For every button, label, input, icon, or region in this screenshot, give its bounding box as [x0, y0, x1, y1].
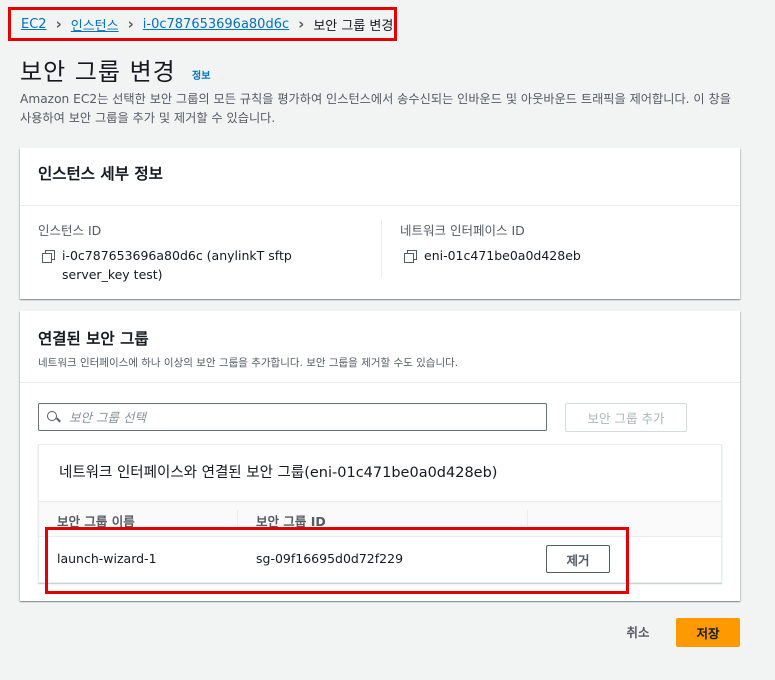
instance-details-panel: 인스턴스 세부 정보 인스턴스 ID i-0c787653696a80d6c (… — [20, 148, 740, 299]
instance-id-value: i-0c787653696a80d6c (anylinkT sftp serve… — [62, 248, 292, 282]
associated-security-groups-subtitle: 네트워크 인터페이스에 하나 이상의 보안 그룹을 추가합니다. 보안 그룹을 … — [38, 357, 459, 369]
breadcrumb-instances[interactable]: 인스턴스 — [71, 15, 119, 34]
instance-details-title: 인스턴스 세부 정보 — [20, 148, 740, 206]
table-row: launch-wizard-1 sg-09f16695d0d72f229 제거 — [39, 537, 721, 581]
chevron-right-icon: › — [298, 15, 305, 33]
chevron-right-icon: › — [127, 15, 134, 33]
column-divider — [237, 510, 238, 530]
page-description: Amazon EC2는 선택한 보안 그룹의 모든 규칙을 평가하여 인스턴스에… — [20, 92, 731, 125]
breadcrumb-ec2[interactable]: EC2 — [21, 17, 47, 32]
column-divider — [527, 510, 528, 530]
security-group-search-input[interactable] — [69, 409, 529, 425]
breadcrumb-current: 보안 그룹 변경 — [313, 18, 394, 34]
copy-icon[interactable] — [42, 250, 55, 263]
cancel-button[interactable]: 취소 — [615, 620, 661, 642]
chevron-right-icon: › — [55, 15, 62, 33]
column-header-name: 보안 그룹 이름 — [57, 514, 135, 529]
eni-id-value: eni-01c471be0a0d428eb — [424, 248, 581, 263]
search-icon — [47, 410, 60, 424]
eni-id-label: 네트워크 인터페이스 ID — [400, 223, 525, 238]
associated-security-groups-title: 연결된 보안 그룹 — [38, 330, 149, 348]
eni-id-field: 네트워크 인터페이스 ID eni-01c471be0a0d428eb — [400, 220, 720, 265]
breadcrumb: EC2 › 인스턴스 › i-0c787653696a80d6c › 보안 그룹… — [8, 7, 397, 41]
instance-id-field: 인스턴스 ID i-0c787653696a80d6c (anylinkT sf… — [38, 220, 358, 284]
security-group-id: sg-09f16695d0d72f229 — [256, 551, 404, 566]
column-header-id: 보안 그룹 ID — [256, 514, 326, 529]
page-title: 보안 그룹 변경 — [20, 58, 176, 86]
associated-security-groups-header: 연결된 보안 그룹 네트워크 인터페이스에 하나 이상의 보안 그룹을 추가합니… — [20, 311, 740, 383]
table-header: 보안 그룹 이름 보안 그룹 ID — [39, 501, 721, 537]
info-link[interactable]: 정보 — [192, 67, 210, 82]
column-divider — [381, 220, 382, 278]
add-security-group-button[interactable]: 보안 그룹 추가 — [565, 403, 687, 432]
security-groups-table-title: 네트워크 인터페이스와 연결된 보안 그룹(eni-01c471be0a0d42… — [59, 465, 498, 481]
instance-id-label: 인스턴스 ID — [38, 223, 102, 238]
breadcrumb-instance-id[interactable]: i-0c787653696a80d6c — [143, 17, 289, 32]
security-group-search[interactable] — [38, 403, 547, 431]
security-group-name: launch-wizard-1 — [57, 551, 157, 566]
associated-security-groups-panel: 연결된 보안 그룹 네트워크 인터페이스에 하나 이상의 보안 그룹을 추가합니… — [20, 311, 740, 601]
change-security-groups-page: EC2 › 인스턴스 › i-0c787653696a80d6c › 보안 그룹… — [0, 0, 775, 680]
remove-security-group-button[interactable]: 제거 — [546, 545, 610, 573]
security-groups-table: 네트워크 인터페이스와 연결된 보안 그룹(eni-01c471be0a0d42… — [38, 444, 722, 583]
save-button[interactable]: 저장 — [676, 618, 740, 647]
copy-icon[interactable] — [404, 250, 417, 263]
